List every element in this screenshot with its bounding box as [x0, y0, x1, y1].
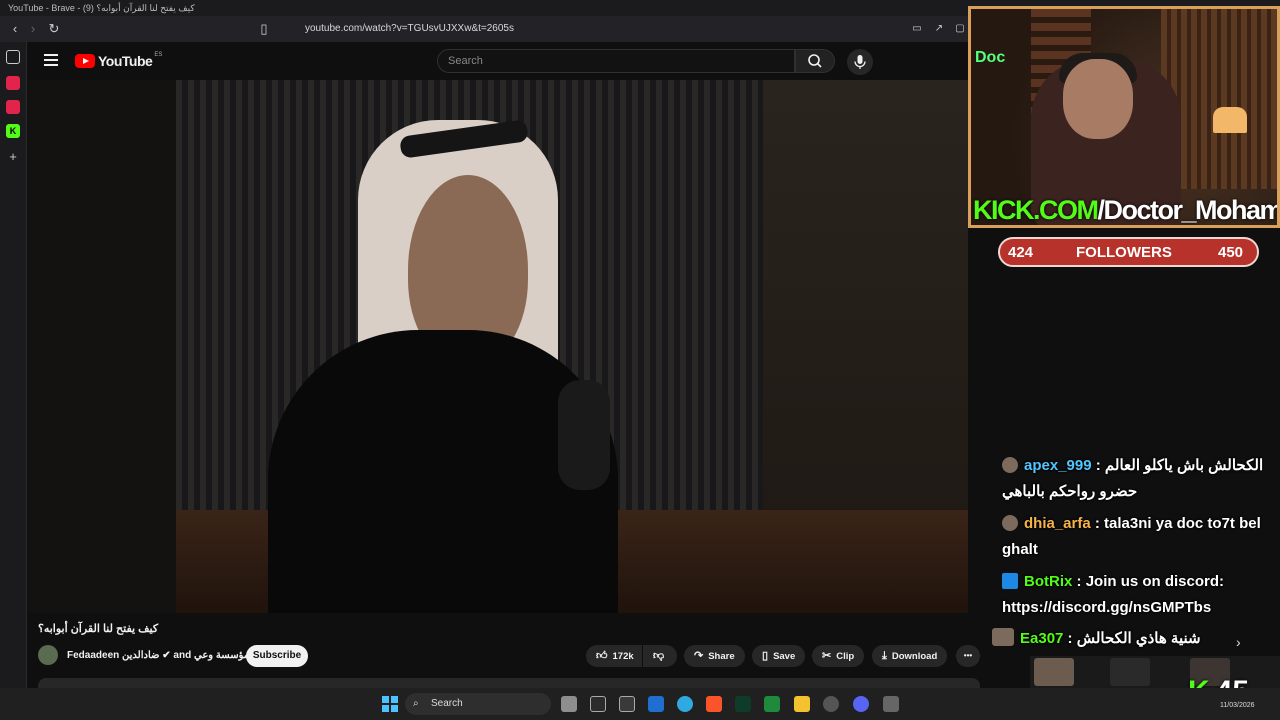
add-icon[interactable]: +	[6, 150, 20, 164]
outlook-app-icon[interactable]	[648, 696, 664, 712]
youtube-tab-icon[interactable]	[6, 76, 20, 90]
chat-avatar	[1002, 457, 1018, 473]
taskbar: ⌕ Search 11/03/2026	[0, 688, 1280, 720]
chat-username: dhia_arfa	[1024, 515, 1091, 532]
pip-icon[interactable]: ▢	[951, 20, 969, 38]
chat-avatar	[1002, 515, 1018, 531]
save-button[interactable]: ▯ Save	[752, 645, 806, 667]
cam-lamp	[1213, 107, 1247, 133]
cam-label-channel: /Doctor_Mohamed	[1097, 195, 1280, 225]
chat-username: BotRix	[1024, 573, 1073, 590]
followers-label: FOLLOWERS	[1076, 244, 1172, 261]
channel-avatar[interactable]	[38, 645, 58, 665]
file-explorer-icon[interactable]	[794, 696, 810, 712]
address-bar[interactable]: youtube.com/watch?v=TGUsvUJXXw&t=2605s	[278, 19, 968, 39]
like-button[interactable]: 👍︎ 172k	[586, 645, 642, 667]
youtube-tab-icon-2[interactable]	[6, 100, 20, 114]
back-arrow-icon[interactable]: ‹	[6, 20, 24, 38]
clip-label: Clip	[836, 651, 855, 662]
reload-icon[interactable]: ↻	[45, 20, 63, 38]
cam-channel-label: KICK.COM/Doctor_Mohamed	[973, 195, 1280, 225]
cam-label-kick: KICK.COM	[973, 195, 1099, 225]
bot-badge-icon	[1002, 573, 1018, 589]
apps-grid-icon[interactable]	[883, 696, 899, 712]
windows-start-icon[interactable]	[382, 696, 398, 712]
youtube-logo-text: YouTube	[98, 53, 153, 69]
save-label: Save	[773, 651, 796, 662]
brave-browser-icon[interactable]	[706, 696, 722, 712]
app-icon[interactable]	[764, 696, 780, 712]
region-code: ES	[154, 52, 163, 58]
cam-neon-sign: Doc	[975, 49, 1006, 66]
channel-action-row: Fedaadeen ضادالدين ✔ and مؤسسة وعي Subsc…	[38, 645, 980, 669]
bookmark-save-icon: ▯	[762, 650, 769, 662]
chat-username: Ea307	[1020, 630, 1064, 647]
youtube-header: YouTube ES Search	[28, 42, 968, 80]
search-button[interactable]	[795, 49, 835, 73]
task-view-icon[interactable]	[561, 696, 577, 712]
video-player[interactable]	[28, 80, 968, 613]
followers-goal: 450	[1218, 244, 1244, 261]
like-count: 172k	[612, 651, 634, 662]
taskbar-search-icon: ⌕	[413, 698, 419, 709]
chat-message: BotRix : Join us on discord: https://dis…	[1002, 569, 1272, 621]
video-thumbnail[interactable]	[1034, 658, 1074, 686]
search-icon	[808, 54, 822, 68]
terminal-app-icon[interactable]	[619, 696, 635, 712]
chat-separator: :	[1072, 573, 1086, 590]
microphone-icon	[854, 55, 866, 69]
video-microphone	[558, 380, 610, 490]
youtube-play-icon	[75, 54, 95, 68]
kick-tab-icon[interactable]: K	[6, 124, 20, 138]
chat-separator: :	[1063, 630, 1077, 647]
taskbar-search[interactable]: ⌕ Search	[405, 693, 551, 715]
kick-app-icon[interactable]	[735, 696, 751, 712]
taskbar-date: 11/03/2026	[1220, 702, 1255, 709]
video-title: كيف يفتح لنا القرآن أبوابه؟	[38, 623, 159, 635]
forward-arrow-icon[interactable]: ›	[24, 20, 42, 38]
cast-icon[interactable]: ▭	[908, 20, 926, 38]
share-page-icon[interactable]: ↗	[930, 20, 948, 38]
chat-text: شنية هاذي الكحالش	[1076, 630, 1201, 647]
followers-current: 424	[1008, 244, 1034, 261]
subscribe-button[interactable]: Subscribe	[246, 645, 308, 667]
share-icon: ↷	[694, 650, 704, 662]
bookmark-icon[interactable]: ▯	[255, 20, 273, 38]
more-actions-button[interactable]: •••	[956, 645, 980, 667]
video-thumbnail[interactable]	[1110, 658, 1150, 686]
taskbar-search-label: Search	[431, 698, 463, 709]
sidebar-panel-icon[interactable]	[6, 50, 20, 64]
voice-search-button[interactable]	[847, 49, 873, 75]
scissors-icon: ✂	[822, 650, 832, 662]
dislike-button[interactable]: 👎︎	[643, 645, 677, 667]
chat-separator: :	[1091, 457, 1105, 474]
search-input[interactable]: Search	[437, 49, 795, 73]
chat-message: dhia_arfa : tala3ni ya doc to7t bel ghal…	[1002, 511, 1272, 563]
share-label: Share	[708, 651, 735, 662]
chat-separator: :	[1090, 515, 1105, 532]
youtube-logo[interactable]: YouTube ES	[75, 52, 163, 69]
chevron-right-icon[interactable]: ›	[1236, 634, 1241, 650]
chat-avatar	[992, 628, 1014, 646]
discord-app-icon[interactable]	[853, 696, 869, 712]
followers-goal-bar: 424 FOLLOWERS 450	[998, 237, 1259, 267]
chat-message: apex_999 : الكحالش باش ياكلو العالم حضرو…	[1002, 453, 1272, 505]
hamburger-menu-icon[interactable]	[44, 54, 58, 66]
chrome-app-icon[interactable]	[823, 696, 839, 712]
download-label: Download	[891, 651, 938, 662]
calendar-app-icon[interactable]	[590, 696, 606, 712]
streamer-webcam: Doc KICK.COM/Doctor_Mohamed	[968, 6, 1280, 228]
channel-name[interactable]: Fedaadeen ضادالدين ✔ and مؤسسة وعي	[67, 650, 249, 661]
clip-button[interactable]: ✂ Clip	[812, 645, 865, 667]
share-button[interactable]: ↷ Share	[684, 645, 745, 667]
chat-username: apex_999	[1024, 457, 1092, 474]
cam-streamer-face	[1063, 59, 1133, 139]
edge-browser-icon[interactable]	[677, 696, 693, 712]
thumbs-up-icon: 👍︎	[596, 650, 608, 662]
chat-message: Ea307 : شنية هاذي الكحالش	[992, 626, 1262, 652]
download-button[interactable]: ⤓ Download	[872, 645, 948, 667]
browser-sidebar: K +	[0, 42, 27, 688]
download-icon: ⤓	[882, 650, 887, 662]
thumbs-down-icon: 👎︎	[653, 650, 665, 662]
